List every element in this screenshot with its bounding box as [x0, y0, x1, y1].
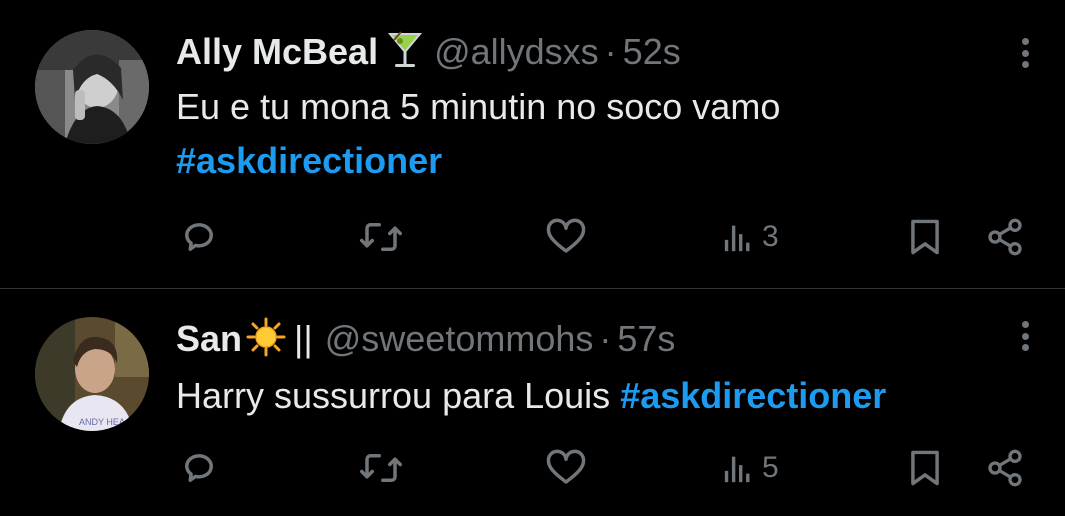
bookmark-icon [906, 447, 944, 489]
share-icon [985, 448, 1025, 488]
like-button[interactable] [545, 443, 587, 493]
action-bar: 3 [0, 212, 1065, 262]
user-handle[interactable]: @sweetommohs [325, 318, 594, 360]
tweet[interactable]: Ally McBeal @allydsxs · 52s Eu e tu mona… [0, 0, 1065, 288]
display-name[interactable]: Ally McBeal [176, 31, 378, 73]
reply-icon [178, 447, 220, 489]
tweet-text: Eu e tu mona 5 minutin no soco vamo #ask… [176, 80, 1046, 188]
avatar[interactable] [35, 30, 149, 144]
views-icon [722, 451, 756, 485]
share-icon [985, 217, 1025, 257]
separator: · [599, 318, 612, 359]
retweet-icon [358, 216, 404, 258]
sun-icon [246, 317, 286, 362]
timestamp[interactable]: 57s [617, 318, 675, 360]
separator: · [604, 31, 617, 72]
like-icon [545, 447, 587, 489]
retweet-icon [358, 447, 404, 489]
user-handle[interactable]: @allydsxs [434, 31, 599, 73]
more-icon[interactable] [1017, 38, 1033, 68]
views-count: 5 [762, 451, 779, 484]
cocktail-glass-icon [387, 30, 423, 75]
share-button[interactable] [985, 212, 1025, 262]
avatar[interactable]: ANDY HEA [35, 317, 149, 431]
name-suffix: || [294, 318, 313, 359]
hashtag-link[interactable]: #askdirectioner [620, 375, 886, 416]
like-button[interactable] [545, 212, 587, 262]
retweet-button[interactable] [358, 443, 404, 493]
hashtag-link[interactable]: #askdirectioner [176, 140, 442, 181]
bookmark-button[interactable] [906, 443, 944, 493]
views-button[interactable]: 3 [722, 212, 779, 262]
bookmark-button[interactable] [906, 212, 944, 262]
timeline: Ally McBeal @allydsxs · 52s Eu e tu mona… [0, 0, 1065, 516]
tweet-text-content: Eu e tu mona 5 minutin no soco vamo [176, 86, 781, 127]
views-button[interactable]: 5 [722, 443, 779, 493]
tweet-text-content: Harry sussurrou para Louis [176, 375, 621, 416]
timestamp[interactable]: 52s [623, 31, 681, 73]
share-button[interactable] [985, 443, 1025, 493]
action-bar: 5 [0, 443, 1065, 493]
bookmark-icon [906, 216, 944, 258]
reply-button[interactable] [178, 212, 220, 262]
display-name[interactable]: San [176, 318, 242, 360]
svg-text:ANDY HEA: ANDY HEA [79, 417, 125, 427]
like-icon [545, 216, 587, 258]
tweet[interactable]: ANDY HEA San || @sweetommohs · 57s Harry… [0, 289, 1065, 516]
reply-button[interactable] [178, 443, 220, 493]
more-icon[interactable] [1017, 321, 1033, 351]
tweet-header: Ally McBeal @allydsxs · 52s [176, 30, 681, 74]
reply-icon [178, 216, 220, 258]
tweet-text: Harry sussurrou para Louis #askdirection… [176, 369, 1046, 423]
views-count: 3 [762, 220, 779, 253]
tweet-header: San || @sweetommohs · 57s [176, 317, 675, 361]
retweet-button[interactable] [358, 212, 404, 262]
views-icon [722, 220, 756, 254]
